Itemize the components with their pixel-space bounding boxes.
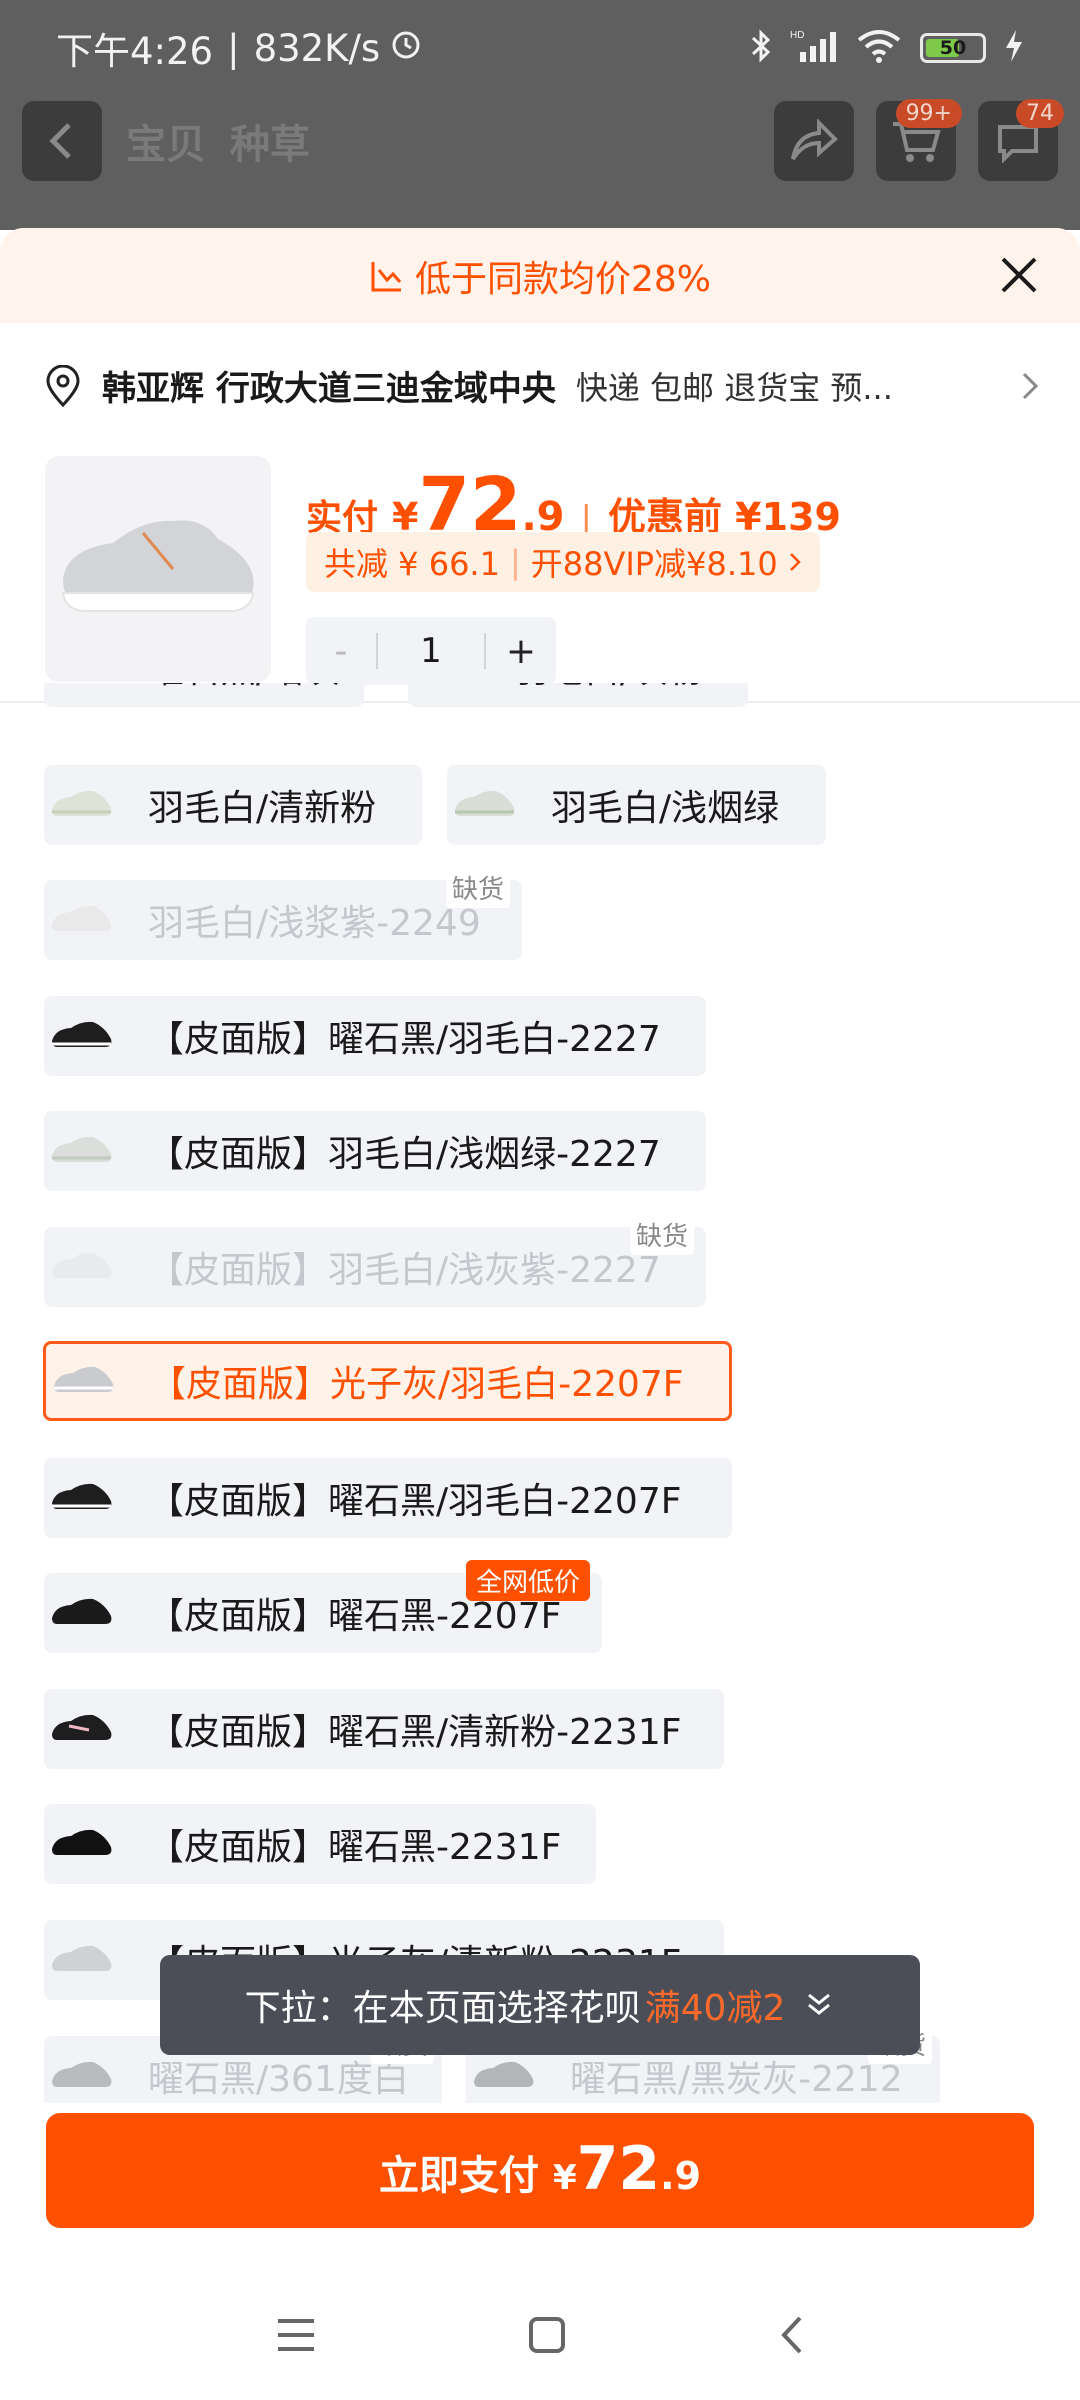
sku-option[interactable]: 羽毛白/灰粉 [408, 683, 748, 707]
sku-thumbnail [44, 1920, 120, 2000]
sku-thumbnail [44, 1804, 120, 1884]
quantity-value[interactable]: 1 [376, 633, 486, 669]
sku-thumbnail [44, 1458, 120, 1538]
lowest-price-tag: 全网低价 [466, 1560, 591, 1601]
status-bar: 下午4:26 | 832K/s HD 50 [0, 0, 1080, 96]
chevron-left-icon [49, 123, 71, 159]
discount-total: 共减 ¥ 66.1 [324, 545, 500, 583]
sku-option[interactable]: 羽毛白/浅烟绿 [447, 765, 826, 845]
quantity-stepper: - 1 + [306, 617, 556, 685]
sku-thumbnail [44, 996, 120, 1076]
sku-thumbnail [44, 880, 120, 960]
bluetooth-icon [750, 28, 772, 68]
sku-option[interactable]: 【皮面版】羽毛白/浅烟绿-2227 [44, 1111, 706, 1191]
close-button[interactable] [994, 250, 1044, 300]
wifi-icon [856, 28, 902, 68]
sku-thumbnail [44, 683, 120, 707]
sku-option-selected[interactable]: 【皮面版】光子灰/羽毛白-2207F [43, 1341, 732, 1421]
out-of-stock-tag: 缺货 [630, 1214, 695, 1255]
sku-options-list: 曜石黑/暗灰 羽毛白/灰粉 羽毛白/清新粉 羽毛白/浅烟绿 羽毛白/浅浆紫-22… [0, 683, 1080, 2103]
back-icon[interactable] [776, 2314, 806, 2356]
charging-icon [1004, 29, 1024, 67]
sku-thumbnail [44, 2036, 120, 2103]
price-compare-text: 低于同款均价28% [414, 258, 712, 300]
price-compare-banner: 低于同款均价28% [0, 228, 1080, 323]
huabei-promo-toast[interactable]: 下拉：在本页面选择花呗 满40减2 [160, 1955, 920, 2055]
quantity-minus-button[interactable]: - [306, 631, 376, 672]
network-speed: 832K/s [253, 26, 381, 70]
actual-price: 实付 ¥ 72 .9 | 优惠前 ¥139 [306, 462, 841, 548]
status-time: 下午4:26 [56, 30, 214, 73]
chevron-right-icon [789, 553, 801, 571]
cart-badge: 99+ [895, 99, 962, 128]
address-selector[interactable]: 韩亚辉 行政大道三迪金域中央 快递 包邮 退货宝 预... [0, 323, 1080, 448]
tab-seeding[interactable]: 种草 [230, 112, 310, 170]
sku-option[interactable]: 羽毛白/清新粉 [44, 765, 422, 845]
toast-text: 下拉：在本页面选择花呗 [244, 1988, 641, 2029]
location-pin-icon [46, 364, 80, 407]
alarm-icon [388, 26, 424, 71]
sku-thumbnail [408, 683, 484, 707]
chevron-right-icon [1022, 372, 1039, 399]
toast-highlight: 满40减2 [644, 1988, 786, 2029]
home-icon[interactable] [527, 2315, 567, 2355]
sku-option[interactable]: 【皮面版】曜石黑/羽毛白-2207F [44, 1458, 732, 1538]
double-chevron-down-icon [808, 1993, 831, 2015]
cart-button[interactable]: 99+ [876, 99, 962, 181]
message-button[interactable]: 74 [978, 99, 1064, 181]
discount-details-button[interactable]: 共减 ¥ 66.1 | 开88VIP减¥8.10 [306, 532, 820, 592]
system-navigation-bar [0, 2270, 1080, 2400]
signal-icon: HD [790, 28, 838, 68]
product-thumbnail[interactable] [45, 456, 271, 682]
sku-option[interactable]: 【皮面版】曜石黑/清新粉-2231F [44, 1689, 724, 1769]
out-of-stock-tag: 缺货 [446, 867, 511, 908]
sku-thumbnail [447, 765, 523, 845]
message-badge: 74 [1016, 99, 1064, 128]
delivery-tags: 快递 包邮 退货宝 预... [575, 368, 893, 407]
back-button[interactable] [22, 101, 102, 181]
sku-option[interactable]: 曜石黑/暗灰 [44, 683, 364, 707]
close-icon [1001, 257, 1037, 293]
sku-option[interactable]: 【皮面版】羽毛白/浅灰紫-2227 [44, 1227, 706, 1307]
battery-indicator: 50 [920, 33, 986, 63]
sku-thumbnail [44, 765, 120, 845]
share-button[interactable] [774, 101, 854, 181]
pay-now-button[interactable]: 立即支付 ¥ 72 .9 [46, 2113, 1034, 2228]
sku-option[interactable]: 【皮面版】曜石黑-2231F [44, 1804, 596, 1884]
background-page: 下午4:26 | 832K/s HD 50 宝贝 种草 99+ 74 [0, 0, 1080, 230]
menu-icon[interactable] [274, 2315, 318, 2355]
sku-thumbnail [46, 1341, 122, 1421]
tab-item[interactable]: 宝贝 [126, 112, 206, 170]
product-page-header: 宝贝 种草 99+ 74 [0, 96, 1080, 186]
sku-thumbnail [44, 1227, 120, 1307]
shoe-image [61, 520, 255, 612]
sku-thumbnail [44, 1111, 120, 1191]
quantity-plus-button[interactable]: + [486, 631, 556, 672]
sku-thumbnail [44, 1573, 120, 1653]
trend-down-icon [371, 261, 402, 291]
svg-text:HD: HD [790, 30, 804, 41]
share-icon [791, 119, 838, 161]
address-name: 韩亚辉 行政大道三迪金域中央 [102, 369, 556, 409]
sku-thumbnail [44, 1689, 120, 1769]
sku-option[interactable]: 【皮面版】曜石黑/羽毛白-2227 [44, 996, 706, 1076]
vip-offer: 开88VIP减¥8.10 [530, 545, 778, 583]
